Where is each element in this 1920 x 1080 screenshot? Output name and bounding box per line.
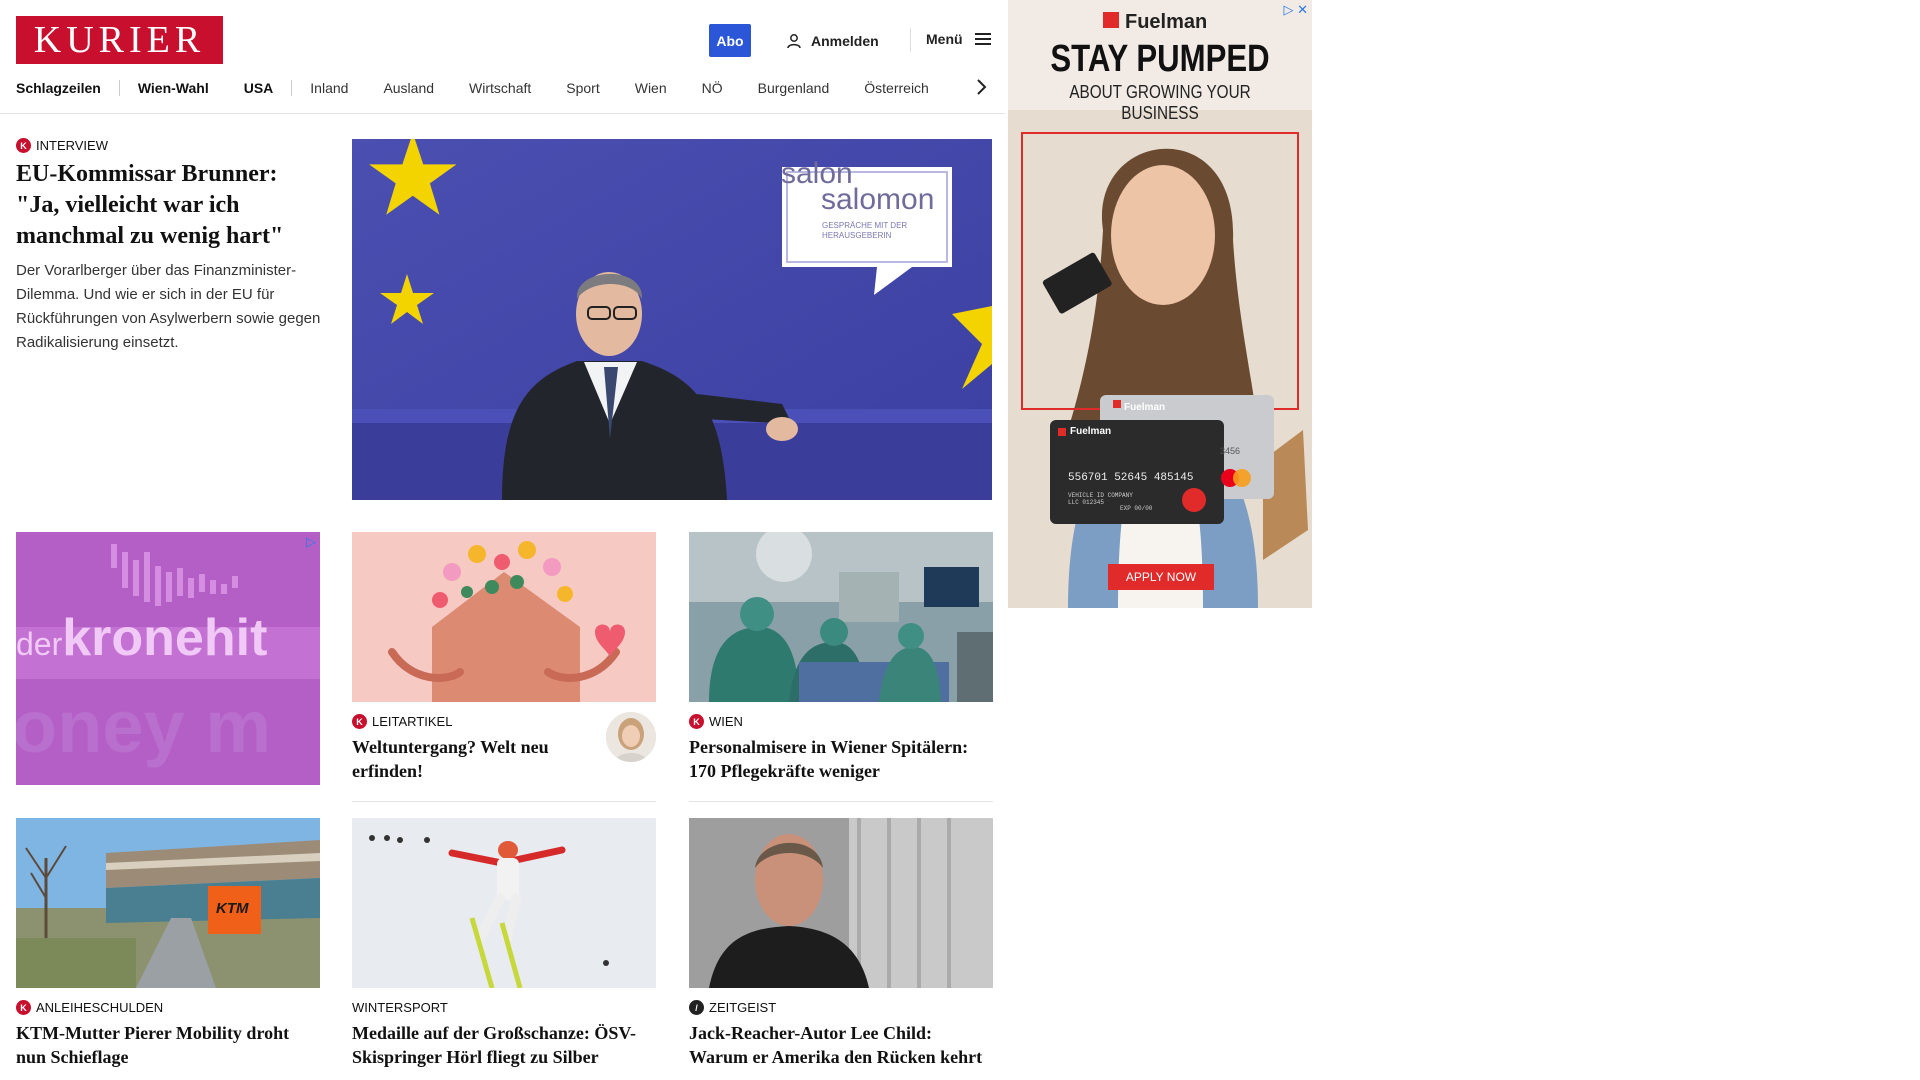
nav-item-wien[interactable]: Wien: [635, 80, 667, 96]
card-meta: VEHICLE ID COMPANY LLC 012345: [1068, 492, 1133, 506]
nav-item-sport[interactable]: Sport: [566, 80, 599, 96]
ktm-sign-text: KTM: [216, 900, 249, 917]
section-nav: Schlagzeilen Wien-Wahl USA Inland Auslan…: [16, 78, 991, 98]
ad-close-icon[interactable]: ▷ ✕: [1283, 2, 1308, 18]
salon-salomon-logo: salon salomon: [781, 159, 935, 216]
nav-item-usa[interactable]: USA: [244, 80, 274, 96]
article-category: K WIEN: [689, 714, 993, 729]
k-logo-icon: K: [689, 714, 704, 729]
card-divider: [352, 801, 656, 802]
chevron-right-icon[interactable]: [975, 78, 987, 96]
nav-item-ausland[interactable]: Ausland: [383, 80, 434, 96]
article-category-label: WIEN: [709, 714, 743, 729]
nav-divider: [291, 80, 293, 96]
article-title[interactable]: Weltuntergang? Welt neu erfinden!: [352, 735, 582, 783]
article-title[interactable]: Jack-Reacher-Autor Lee Child: Warum er A…: [689, 1021, 993, 1069]
menu-label: Menü: [926, 31, 963, 47]
article-category-label: ANLEIHESCHULDEN: [36, 1000, 164, 1015]
nav-divider: [118, 80, 120, 96]
lead-category: K INTERVIEW: [16, 138, 321, 153]
header-divider: [910, 28, 911, 52]
kronehit-logo: derkronehit: [16, 608, 267, 668]
fuelman-logo: Fuelman: [1125, 11, 1208, 33]
kurier-logo[interactable]: KURIER: [16, 16, 223, 64]
fuelman-ad[interactable]: Fuelman STAY PUMPED ABOUT GROWING YOUR B…: [1008, 0, 1312, 608]
leitartikel-illustration: [352, 532, 656, 702]
ad-choices-icon[interactable]: ▷: [306, 534, 316, 550]
ktm-building-photo: [16, 818, 320, 988]
card-front-brand: Fuelman: [1070, 426, 1112, 437]
k-logo-icon: K: [16, 1000, 31, 1015]
article-category: K ANLEIHESCHULDEN: [16, 1000, 320, 1015]
apply-now-button[interactable]: APPLY NOW: [1108, 564, 1214, 590]
card-back-digits: 3456: [1220, 446, 1241, 456]
k-logo-icon: K: [16, 138, 31, 153]
article-card-ktm[interactable]: K ANLEIHESCHULDEN KTM-Mutter Pierer Mobi…: [16, 1000, 320, 1069]
login-button[interactable]: Anmelden: [786, 30, 879, 52]
k-logo-icon: K: [352, 714, 367, 729]
article-title[interactable]: Personalmisere in Wiener Spitälern: 170 …: [689, 735, 993, 783]
article-card-wintersport[interactable]: WINTERSPORT Medaille auf der Großschanze…: [352, 1000, 656, 1069]
menu-button[interactable]: Menü: [926, 30, 991, 48]
card-exp: EXP 00/00: [1120, 505, 1153, 512]
article-category: WINTERSPORT: [352, 1000, 656, 1015]
user-icon: [787, 34, 801, 49]
card-number: 556701 52645 485145: [1068, 472, 1194, 484]
lead-title[interactable]: EU-Kommissar Brunner: "Ja, vielleicht wa…: [16, 159, 321, 252]
kronehit-brand-b: kronehit: [62, 609, 268, 667]
nav-item-wirtschaft[interactable]: Wirtschaft: [469, 80, 531, 96]
article-category: / ZEITGEIST: [689, 1000, 993, 1015]
abo-button[interactable]: Abo: [709, 24, 751, 57]
nav-item-schlagzeilen[interactable]: Schlagzeilen: [16, 80, 101, 96]
article-title[interactable]: KTM-Mutter Pierer Mobility droht nun Sch…: [16, 1021, 320, 1069]
login-label: Anmelden: [811, 33, 879, 49]
wien-image[interactable]: [689, 532, 993, 702]
ad-subline: ABOUT GROWING YOUR BUSINESS: [1069, 82, 1251, 123]
article-category-label: ZEITGEIST: [709, 1000, 777, 1015]
nav-item-oesterreich[interactable]: Österreich: [864, 80, 929, 96]
card-back-brand: Fuelman: [1124, 402, 1166, 413]
ad-headline: STAY PUMPED: [1050, 38, 1270, 80]
article-title[interactable]: Medaille auf der Großschanze: ÖSV-Skispr…: [352, 1021, 656, 1069]
lead-category-label: INTERVIEW: [36, 138, 108, 153]
nav-item-burgenland[interactable]: Burgenland: [758, 80, 830, 96]
hamburger-icon: [974, 30, 991, 48]
badge-subtitle: GESPRÄCHE MIT DER HERAUSGEBERIN: [822, 221, 908, 240]
lead-image[interactable]: salon salomon GESPRÄCHE MIT DER HERAUSGE…: [352, 139, 992, 500]
nav-item-noe[interactable]: NÖ: [702, 80, 723, 96]
leitartikel-image[interactable]: [352, 532, 656, 702]
kronehit-brand-a: der: [16, 626, 63, 662]
wintersport-image[interactable]: [352, 818, 656, 988]
surgery-photo: [689, 532, 993, 702]
lead-story[interactable]: K INTERVIEW EU-Kommissar Brunner: "Ja, v…: [16, 138, 321, 355]
ski-jumper-photo: [352, 818, 656, 988]
nav-item-inland[interactable]: Inland: [310, 80, 348, 96]
nav-item-wien-wahl[interactable]: Wien-Wahl: [138, 80, 209, 96]
article-category-label: LEITARTIKEL: [372, 714, 453, 729]
author-avatar[interactable]: [606, 712, 656, 762]
article-category-label: WINTERSPORT: [352, 1000, 448, 1015]
author-portrait: [606, 712, 656, 762]
kronehit-ad[interactable]: derkronehit oney m ▷: [16, 532, 320, 785]
header-rule: [0, 113, 1005, 114]
kronehit-bg-text: oney m: [16, 685, 272, 768]
lee-child-photo: [689, 818, 993, 988]
article-card-wien[interactable]: K WIEN Personalmisere in Wiener Spitäler…: [689, 714, 993, 783]
card-divider: [689, 801, 993, 802]
zeitgeist-image[interactable]: [689, 818, 993, 988]
lead-teaser: Der Vorarlberger über das Finanzminister…: [16, 262, 321, 351]
article-card-zeitgeist[interactable]: / ZEITGEIST Jack-Reacher-Autor Lee Child…: [689, 1000, 993, 1069]
badge-line2: salomon: [821, 183, 935, 216]
ktm-image[interactable]: KTM: [16, 818, 320, 988]
zeitgeist-logo-icon: /: [689, 1000, 704, 1015]
